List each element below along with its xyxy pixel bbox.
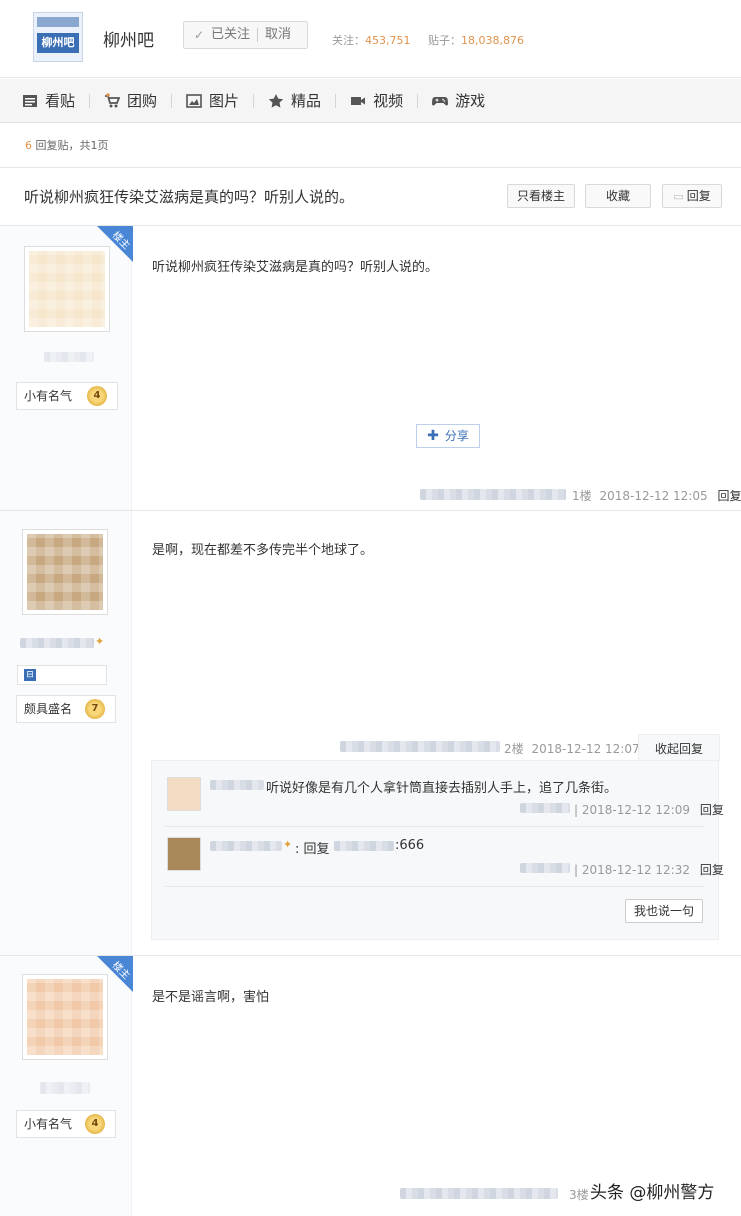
watermark: 头条 @柳州警方 <box>590 1183 715 1203</box>
post-content: 是不是谣言啊，害怕 <box>152 990 270 1005</box>
username-redacted[interactable] <box>210 841 282 851</box>
username-redacted[interactable] <box>40 1082 90 1094</box>
floor-number: 2楼 <box>504 742 524 756</box>
gamepad-icon <box>432 96 449 105</box>
forum-nav: 看贴 团购 图片 精品 视频 游戏 <box>0 79 741 123</box>
forum-name[interactable]: 柳州吧 <box>103 26 154 51</box>
sub-reply-link[interactable]: 回复 <box>700 803 724 817</box>
star-icon <box>268 93 284 108</box>
nav-item-groupbuy[interactable]: 团购 <box>104 90 157 111</box>
floor-number: 3楼 <box>569 1188 589 1202</box>
plus-icon: ✚ <box>427 428 439 444</box>
sub-reply-time: 2018-12-12 12:32 <box>581 863 690 877</box>
vip-icon: ✦ <box>283 838 293 851</box>
level-star-icon: 4 <box>87 386 107 406</box>
sub-reply-meta: | 2018-12-12 12:09 回复 <box>574 803 724 817</box>
floor-number: 1楼 <box>572 489 592 503</box>
unfollow-button[interactable]: 取消 <box>265 22 291 48</box>
follow-count: 453,751 <box>365 34 411 47</box>
post-time: 2018-12-12 12:07 <box>531 742 640 756</box>
post-meta: 1楼 2018-12-12 12:05 回复 <box>572 487 741 504</box>
badge-icon: ⊟ <box>24 669 36 681</box>
checkmark-icon: ✓ <box>194 28 205 42</box>
post-floor-3: 楼主 小有名气 4 是不是谣言啊，害怕 <box>0 956 741 1216</box>
avatar[interactable] <box>22 974 108 1060</box>
list-icon <box>23 94 37 107</box>
post-count: 18,038,876 <box>460 34 524 47</box>
image-icon <box>186 93 202 108</box>
sub-reply-content: :666 <box>395 838 425 853</box>
level-star-icon: 4 <box>85 1114 105 1134</box>
member-tag[interactable]: ⊟ <box>17 665 107 685</box>
share-button[interactable]: ✚ 分享 <box>416 424 480 448</box>
username-redacted[interactable] <box>20 638 94 648</box>
avatar[interactable] <box>167 837 201 871</box>
collapse-replies-button[interactable]: 收起回复 <box>638 734 720 762</box>
mention-redacted[interactable] <box>334 841 394 851</box>
cart-icon <box>105 92 121 107</box>
avatar[interactable] <box>167 777 201 811</box>
reply-count: 6 回复贴，共1页 <box>25 139 109 152</box>
device-info-redacted <box>520 803 570 813</box>
only-op-button[interactable]: 只看楼主 <box>507 184 575 208</box>
post-content: 是啊，现在都差不多传完半个地球了。 <box>152 543 374 558</box>
nav-item-images[interactable]: 图片 <box>186 90 239 111</box>
follow-label: 已关注 <box>211 27 251 42</box>
reply-link[interactable]: 回复 <box>717 489 741 503</box>
sub-reply-meta: | 2018-12-12 12:32 回复 <box>574 863 724 877</box>
device-info-redacted <box>420 489 566 500</box>
nav-item-featured[interactable]: 精品 <box>268 90 321 111</box>
level-badge[interactable]: 小有名气 4 <box>16 382 118 410</box>
reply-thread-button[interactable]: ▭ 回复 <box>662 184 722 208</box>
thread-title: 听说柳州疯狂传染艾滋病是真的吗？听别人说的。 <box>24 188 355 206</box>
post-content: 听说柳州疯狂传染艾滋病是真的吗？听别人说的。 <box>152 260 439 275</box>
sub-reply-link[interactable]: 回复 <box>700 863 724 877</box>
post-meta: 3楼 <box>569 1186 589 1203</box>
post-time: 2018-12-12 12:05 <box>599 489 708 503</box>
level-star-icon: 7 <box>85 699 105 719</box>
level-badge[interactable]: 颇具盛名 7 <box>16 695 116 723</box>
username-redacted[interactable] <box>44 352 94 362</box>
favorite-button[interactable]: 收藏 <box>585 184 651 208</box>
sub-reply-content: 听说好像是有几个人拿针筒直接去插别人手上，追了几条街。 <box>266 781 618 796</box>
vip-icon: ✦ <box>95 635 105 648</box>
nav-item-posts[interactable]: 看贴 <box>22 90 75 111</box>
avatar[interactable] <box>22 529 108 615</box>
add-comment-button[interactable]: 我也说一句 <box>625 899 703 923</box>
forum-logo[interactable]: 柳州吧 <box>33 12 83 62</box>
forum-stats: 关注：453,751 贴子：18,038,876 <box>332 34 524 47</box>
comment-icon: ▭ <box>673 190 684 203</box>
device-info-redacted <box>520 863 570 873</box>
forum-header: 柳州吧 柳州吧 ✓ 已关注 取消 关注：453,751 贴子：18,038,87… <box>0 0 741 78</box>
post-meta: 2楼 2018-12-12 12:07 <box>504 740 640 757</box>
video-icon <box>351 96 366 105</box>
post-floor-1: 楼主 小有名气 4 听说柳州疯狂传染艾滋病是真的吗？听别人说的。 <box>0 226 741 510</box>
logo-text: 柳州吧 <box>37 33 79 53</box>
nav-item-video[interactable]: 视频 <box>350 90 403 111</box>
level-badge[interactable]: 小有名气 4 <box>16 1110 116 1138</box>
follow-toggle[interactable]: ✓ 已关注 取消 <box>183 21 308 49</box>
device-info-redacted <box>400 1188 558 1199</box>
sub-reply-prefix: : 回复 <box>295 842 330 857</box>
avatar[interactable] <box>24 246 110 332</box>
sub-reply-time: 2018-12-12 12:09 <box>581 803 690 817</box>
nav-item-games[interactable]: 游戏 <box>432 90 485 111</box>
username-redacted[interactable] <box>210 780 264 790</box>
device-info-redacted <box>340 741 500 752</box>
